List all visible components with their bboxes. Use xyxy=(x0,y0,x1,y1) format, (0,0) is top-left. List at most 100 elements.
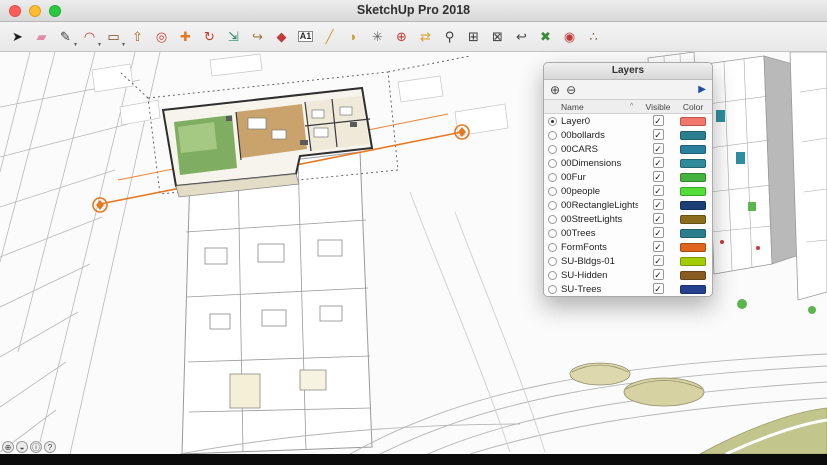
layer-details-button[interactable]: ▶ xyxy=(698,84,706,95)
text-tool[interactable]: A1 xyxy=(294,25,317,49)
layers-panel-titlebar[interactable]: Layers xyxy=(544,63,712,80)
layer-radio[interactable] xyxy=(548,229,557,238)
layer-color-swatch[interactable] xyxy=(680,173,706,182)
titlebar[interactable]: SketchUp Pro 2018 xyxy=(0,0,827,22)
paint-bucket-tool[interactable]: ◆ xyxy=(270,25,293,49)
column-visible[interactable]: Visible xyxy=(638,102,678,112)
line-tool[interactable]: ✎▾ xyxy=(54,25,77,49)
layer-color-swatch[interactable] xyxy=(680,243,706,252)
orbit-tool[interactable]: ⊕ xyxy=(390,25,413,49)
layer-row-00Trees[interactable]: 00Trees✓ xyxy=(544,226,712,240)
visible-checkbox[interactable]: ✓ xyxy=(653,171,664,182)
layer-radio[interactable] xyxy=(548,243,557,252)
layer-color-swatch[interactable] xyxy=(680,271,706,280)
layer-color-swatch[interactable] xyxy=(680,131,706,140)
select-tool[interactable]: ➤ xyxy=(6,25,29,49)
column-name[interactable]: Name xyxy=(561,102,630,112)
remove-layer-button[interactable]: ⊖ xyxy=(566,84,576,96)
layer-radio[interactable] xyxy=(548,215,557,224)
offset-tool[interactable]: ◎ xyxy=(150,25,173,49)
layer-row-SU-Hidden[interactable]: SU-Hidden✓ xyxy=(544,268,712,282)
layer-row-00RectangleLights[interactable]: 00RectangleLights✓ xyxy=(544,198,712,212)
push-pull-tool[interactable]: ⇧ xyxy=(126,25,149,49)
layer-radio[interactable] xyxy=(548,159,557,168)
rectangle-tool[interactable]: ▭▾ xyxy=(102,25,125,49)
layer-radio[interactable] xyxy=(548,285,557,294)
layer-row-00bollards[interactable]: 00bollards✓ xyxy=(544,128,712,142)
axes-tool[interactable]: ✳ xyxy=(366,25,389,49)
visible-checkbox[interactable]: ✓ xyxy=(653,185,664,196)
visible-checkbox[interactable]: ✓ xyxy=(653,213,664,224)
layer-visible-cell: ✓ xyxy=(638,185,678,197)
credits-icon[interactable]: ◒ xyxy=(16,441,28,453)
layer-radio[interactable] xyxy=(548,257,557,266)
arc-tool[interactable]: ◠▾ xyxy=(78,25,101,49)
eraser-icon: ▰ xyxy=(37,30,47,43)
move-tool[interactable]: ✚ xyxy=(174,25,197,49)
layer-radio[interactable] xyxy=(548,131,557,140)
visible-checkbox[interactable]: ✓ xyxy=(653,255,664,266)
layer-row-Layer0[interactable]: Layer0✓ xyxy=(544,114,712,128)
layer-row-00StreetLights[interactable]: 00StreetLights✓ xyxy=(544,212,712,226)
layer-color-swatch[interactable] xyxy=(680,145,706,154)
layer-row-SU-Trees[interactable]: SU-Trees✓ xyxy=(544,282,712,296)
layer-row-00Dimensions[interactable]: 00Dimensions✓ xyxy=(544,156,712,170)
layer-name: SU-Bldgs-01 xyxy=(561,256,638,267)
add-layer-button[interactable]: ⊕ xyxy=(550,84,560,96)
layer-radio[interactable] xyxy=(548,187,557,196)
minimize-button[interactable] xyxy=(29,5,41,17)
layer-color-swatch[interactable] xyxy=(680,285,706,294)
layers-panel-toolbar: ⊕ ⊖ ▶ xyxy=(544,80,712,100)
layer-color-swatch[interactable] xyxy=(680,229,706,238)
layer-row-00CARS[interactable]: 00CARS✓ xyxy=(544,142,712,156)
protractor-tool[interactable]: ◗ xyxy=(342,25,365,49)
rotate-tool[interactable]: ↻ xyxy=(198,25,221,49)
visible-checkbox[interactable]: ✓ xyxy=(653,115,664,126)
layer-row-FormFonts[interactable]: FormFonts✓ xyxy=(544,240,712,254)
walk-tool[interactable]: ∴ xyxy=(582,25,605,49)
pan-tool[interactable]: ⇄ xyxy=(414,25,437,49)
active-layer-radio[interactable] xyxy=(548,117,557,126)
zoom-button[interactable] xyxy=(49,5,61,17)
layer-radio[interactable] xyxy=(548,271,557,280)
layer-color-swatch[interactable] xyxy=(680,201,706,210)
layer-color-swatch[interactable] xyxy=(680,215,706,224)
zoom-window-tool[interactable]: ⊞ xyxy=(462,25,485,49)
tape-measure-tool[interactable]: ╱ xyxy=(318,25,341,49)
visible-checkbox[interactable]: ✓ xyxy=(653,269,664,280)
geolocation-icon[interactable]: ⊕ xyxy=(2,441,14,453)
visible-checkbox[interactable]: ✓ xyxy=(653,241,664,252)
position-camera-tool[interactable]: ✖ xyxy=(534,25,557,49)
visible-checkbox[interactable]: ✓ xyxy=(653,283,664,294)
layer-color-swatch[interactable] xyxy=(680,117,706,126)
arc-dropdown-caret-icon[interactable]: ▾ xyxy=(98,41,101,48)
zoom-extents-tool[interactable]: ⊠ xyxy=(486,25,509,49)
layer-row-00people[interactable]: 00people✓ xyxy=(544,184,712,198)
close-button[interactable] xyxy=(9,5,21,17)
layer-radio[interactable] xyxy=(548,145,557,154)
visible-checkbox[interactable]: ✓ xyxy=(653,143,664,154)
layer-row-SU-Bldgs-01[interactable]: SU-Bldgs-01 ✓ xyxy=(544,254,712,268)
eraser-tool[interactable]: ▰ xyxy=(30,25,53,49)
layer-radio[interactable] xyxy=(548,173,557,182)
layer-color-swatch[interactable] xyxy=(680,257,706,266)
visible-checkbox[interactable]: ✓ xyxy=(653,129,664,140)
follow-me-tool[interactable]: ↪ xyxy=(246,25,269,49)
visible-checkbox[interactable]: ✓ xyxy=(653,157,664,168)
column-color[interactable]: Color xyxy=(678,102,708,112)
layer-row-00Fur[interactable]: 00Fur✓ xyxy=(544,170,712,184)
line-dropdown-caret-icon[interactable]: ▾ xyxy=(74,41,77,48)
layer-color-swatch[interactable] xyxy=(680,187,706,196)
scale-tool[interactable]: ⇲ xyxy=(222,25,245,49)
previous-tool[interactable]: ↩ xyxy=(510,25,533,49)
rectangle-dropdown-caret-icon[interactable]: ▾ xyxy=(122,41,125,48)
info-icon[interactable]: ⓘ xyxy=(30,441,42,453)
visible-checkbox[interactable]: ✓ xyxy=(653,227,664,238)
layer-visible-cell: ✓ xyxy=(638,283,678,295)
zoom-tool[interactable]: ⚲ xyxy=(438,25,461,49)
visible-checkbox[interactable]: ✓ xyxy=(653,199,664,210)
layer-radio[interactable] xyxy=(548,201,557,210)
layer-color-swatch[interactable] xyxy=(680,159,706,168)
help-icon[interactable]: ? xyxy=(44,441,56,453)
look-around-tool[interactable]: ◉ xyxy=(558,25,581,49)
